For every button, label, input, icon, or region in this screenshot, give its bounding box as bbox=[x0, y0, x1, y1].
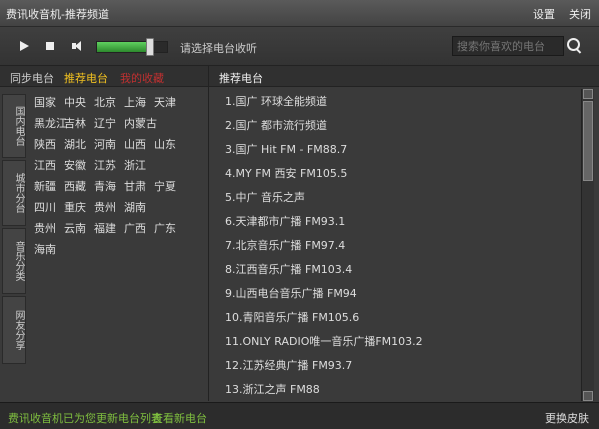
region-item[interactable]: 北京 bbox=[94, 94, 116, 110]
region-item[interactable]: 安徽 bbox=[64, 157, 86, 173]
station-search-input[interactable] bbox=[452, 36, 564, 56]
category-column: 国内电台 城市分台 音乐分类 网友分享 bbox=[0, 88, 27, 400]
play-icon bbox=[19, 41, 29, 51]
region-item[interactable]: 中央 bbox=[64, 94, 86, 110]
region-item[interactable]: 福建 bbox=[94, 220, 116, 236]
play-button[interactable] bbox=[14, 36, 34, 56]
region-item[interactable]: 西藏 bbox=[64, 178, 86, 194]
station-item[interactable]: 1.国广 环球全能频道 bbox=[225, 93, 327, 109]
region-item[interactable]: 重庆 bbox=[64, 199, 86, 215]
player-controls: 请选择电台收听 bbox=[0, 27, 599, 66]
stop-icon bbox=[46, 42, 54, 50]
region-item[interactable]: 四川 bbox=[34, 199, 56, 215]
station-item[interactable]: 4.MY FM 西安 FM105.5 bbox=[225, 165, 347, 181]
settings-link[interactable]: 设置 bbox=[533, 6, 555, 22]
volume-slider[interactable] bbox=[96, 38, 168, 56]
station-item[interactable]: 12.江苏经典广播 FM93.7 bbox=[225, 357, 352, 373]
region-item[interactable]: 青海 bbox=[94, 178, 116, 194]
region-item[interactable]: 湖南 bbox=[124, 199, 146, 215]
region-item[interactable]: 河南 bbox=[94, 136, 116, 152]
title-actions: 设置 关闭 bbox=[533, 6, 591, 22]
station-list: 1.国广 环球全能频道 2.国广 都市流行频道 3.国广 Hit FM - FM88… bbox=[209, 87, 579, 401]
region-item[interactable]: 上海 bbox=[124, 94, 146, 110]
station-list-title: 推荐电台 bbox=[219, 72, 263, 85]
scroll-thumb[interactable] bbox=[583, 101, 593, 181]
region-item[interactable]: 国家 bbox=[34, 94, 56, 110]
station-item[interactable]: 13.浙江之声 FM88 bbox=[225, 381, 320, 397]
region-item[interactable]: 陕西 bbox=[34, 136, 56, 152]
region-item[interactable]: 辽宁 bbox=[94, 115, 116, 131]
volume-button[interactable] bbox=[66, 36, 86, 56]
left-tabs: 同步电台 推荐电台 我的收藏 bbox=[0, 66, 208, 87]
station-item[interactable]: 8.江西音乐广播 FM103.4 bbox=[225, 261, 352, 277]
tab-favorites[interactable]: 我的收藏 bbox=[120, 70, 164, 86]
station-item[interactable]: 5.中广 音乐之声 bbox=[225, 189, 305, 205]
region-item[interactable]: 甘肃 bbox=[124, 178, 146, 194]
tab-sync[interactable]: 同步电台 bbox=[10, 70, 54, 86]
region-item[interactable]: 江西 bbox=[34, 157, 56, 173]
app-title: 费讯收音机-推荐频道 bbox=[6, 8, 109, 21]
tab-recommended[interactable]: 推荐电台 bbox=[64, 70, 108, 86]
scroll-down-arrow[interactable] bbox=[583, 391, 593, 401]
region-item[interactable]: 湖北 bbox=[64, 136, 86, 152]
scroll-up-arrow[interactable] bbox=[583, 89, 593, 99]
volume-fill bbox=[97, 42, 150, 52]
region-item[interactable]: 内蒙古 bbox=[124, 115, 157, 131]
station-item[interactable]: 11.ONLY RADIO唯一音乐广播FM103.2 bbox=[225, 333, 423, 349]
station-list-header: 推荐电台 bbox=[209, 66, 599, 87]
station-item[interactable]: 3.国广 Hit FM - FM88.7 bbox=[225, 141, 347, 157]
station-item[interactable]: 7.北京音乐广播 FM97.4 bbox=[225, 237, 345, 253]
stop-button[interactable] bbox=[40, 36, 60, 56]
search-button[interactable] bbox=[566, 37, 584, 55]
region-item[interactable]: 广东 bbox=[154, 220, 176, 236]
player-status: 请选择电台收听 bbox=[180, 42, 257, 55]
station-item[interactable]: 10.青阳音乐广播 FM105.6 bbox=[225, 309, 359, 325]
region-item[interactable]: 黑龙江 bbox=[34, 115, 67, 131]
right-panel: 推荐电台 1.国广 环球全能频道 2.国广 都市流行频道 3.国广 Hit FM -… bbox=[209, 66, 599, 401]
category-domestic[interactable]: 国内电台 bbox=[2, 94, 26, 158]
update-message: 费讯收音机已为您更新电台列表 bbox=[8, 412, 162, 425]
view-new-stations-link[interactable]: 查看新电台 bbox=[152, 410, 207, 426]
region-item[interactable]: 贵州 bbox=[34, 220, 56, 236]
region-item[interactable]: 山西 bbox=[124, 136, 146, 152]
station-scrollbar[interactable] bbox=[581, 89, 594, 401]
category-shared[interactable]: 网友分享 bbox=[2, 296, 26, 364]
change-skin-link[interactable]: 更换皮肤 bbox=[545, 410, 589, 426]
search-handle-icon bbox=[575, 48, 582, 54]
region-item[interactable]: 新疆 bbox=[34, 178, 56, 194]
title-bar: 费讯收音机-推荐频道 设置 关闭 bbox=[0, 0, 599, 27]
region-item[interactable]: 海南 bbox=[34, 241, 56, 257]
region-item[interactable]: 贵州 bbox=[94, 199, 116, 215]
volume-thumb[interactable] bbox=[145, 38, 154, 56]
region-item[interactable]: 宁夏 bbox=[154, 178, 176, 194]
station-item[interactable]: 2.国广 都市流行频道 bbox=[225, 117, 327, 133]
speaker-icon bbox=[71, 43, 76, 49]
station-item[interactable]: 6.天津都市广播 FM93.1 bbox=[225, 213, 345, 229]
station-item[interactable]: 9.山西电台音乐广播 FM94 bbox=[225, 285, 357, 301]
region-item[interactable]: 江苏 bbox=[94, 157, 116, 173]
close-link[interactable]: 关闭 bbox=[569, 6, 591, 22]
region-item[interactable]: 山东 bbox=[154, 136, 176, 152]
region-item[interactable]: 天津 bbox=[154, 94, 176, 110]
region-item[interactable]: 浙江 bbox=[124, 157, 146, 173]
category-music[interactable]: 音乐分类 bbox=[2, 228, 26, 294]
category-city[interactable]: 城市分台 bbox=[2, 160, 26, 226]
left-panel: 同步电台 推荐电台 我的收藏 国内电台 城市分台 音乐分类 网友分享 国家 中央北… bbox=[0, 66, 209, 401]
region-item[interactable]: 广西 bbox=[124, 220, 146, 236]
region-item[interactable]: 云南 bbox=[64, 220, 86, 236]
region-item[interactable]: 吉林 bbox=[64, 115, 86, 131]
status-bar: 费讯收音机已为您更新电台列表 查看新电台 更换皮肤 bbox=[0, 402, 599, 429]
